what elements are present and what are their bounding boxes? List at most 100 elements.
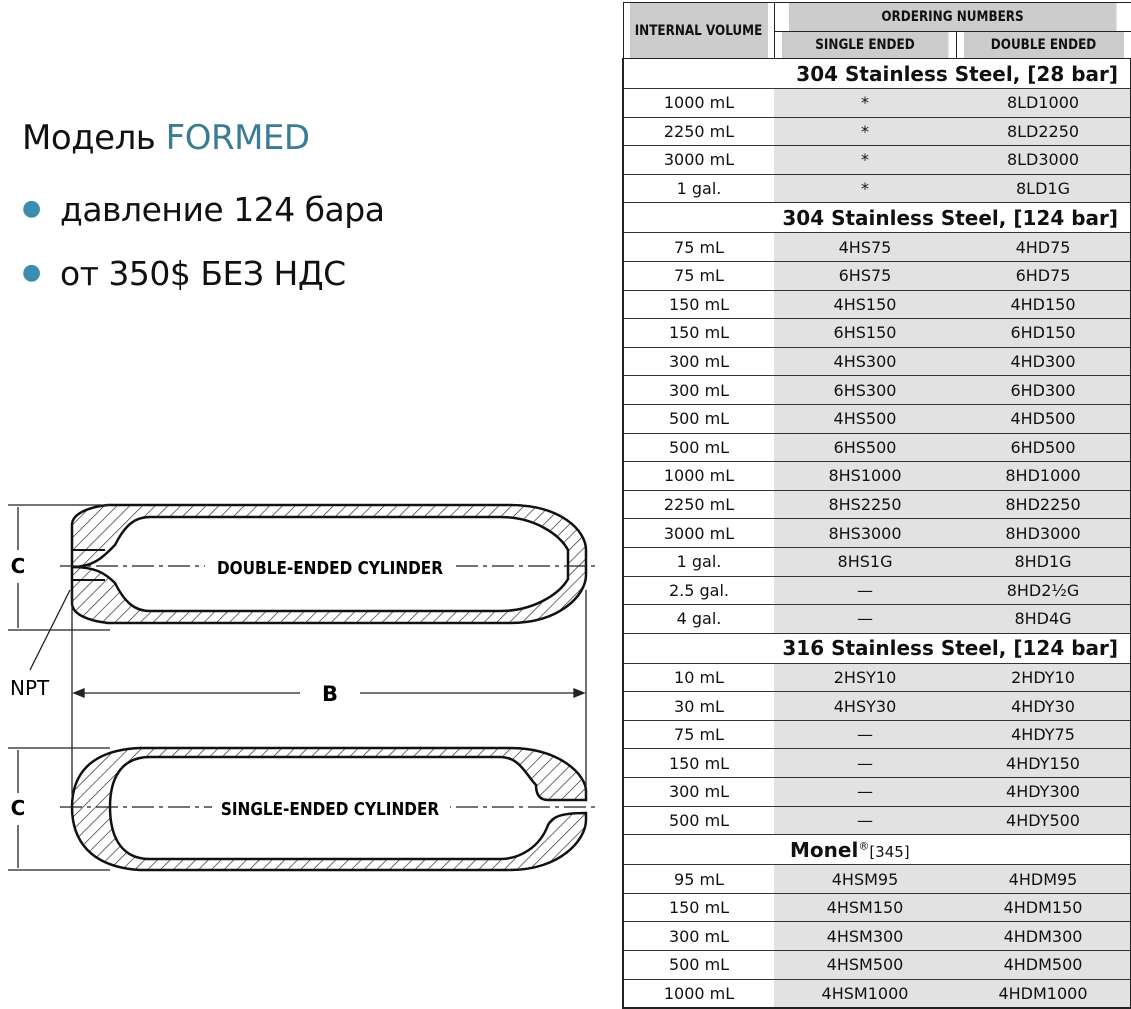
table-row: 30 mL 4HSY30 4HDY30 [622,691,1131,721]
cell-double-ended: 6HD500 [956,433,1131,463]
table-row: 2.5 gal. —8HD2½G [622,576,1131,606]
table-row: 75 mL 6HS75 6HD75 [622,261,1131,291]
cell-single-ended: 4HSM150 [774,893,956,923]
cell-single-ended: 4HSM500 [774,950,956,980]
table-row: 2250 mL * 8LD2250 [622,117,1131,147]
table-row: 500 mL 6HS500 6HD500 [622,433,1131,463]
page-title: Модель FORMED [22,118,310,158]
cell-internal-volume: 1000 mL [622,461,774,491]
cell-double-ended: 8LD2250 [956,117,1131,147]
cell-double-ended: 8LD3000 [956,145,1131,175]
table-row: 2250 mL 8HS2250 8HD2250 [622,490,1131,520]
label-c-top: C [11,554,26,578]
cell-single-ended: * [774,117,956,147]
cell-single-ended: 6HS300 [774,375,956,405]
table-row: 1000 mL 4HSM1000 4HDM1000 [622,979,1131,1009]
cell-double-ended: 8HD1000 [956,461,1131,491]
feature-list: ● давление 124 бара ● от 350$ БЕЗ НДС [22,190,385,318]
cell-single-ended: — [774,604,956,634]
label-c-bottom: C [11,796,26,820]
table-row: 95 mL 4HSM95 4HDM95 [622,864,1131,894]
table-row: 75 mL —4HDY75 [622,720,1131,750]
cell-double-ended: 6HD75 [956,261,1131,291]
list-item: ● давление 124 бара [22,190,385,254]
cell-internal-volume: 300 mL [622,921,774,952]
cell-single-ended: — [774,576,956,606]
table-row: 300 mL —4HDY300 [622,777,1131,807]
cell-single-ended: 4HS150 [774,290,956,320]
section-title: Monel®[345] [621,834,1131,866]
cell-single-ended: 4HSM95 [774,864,956,894]
cell-single-ended: * [774,88,956,118]
table-row: 150 mL 6HS150 6HD150 [622,318,1131,348]
table-row: 300 mL 4HS300 4HD300 [622,347,1131,377]
cell-single-ended: * [774,174,956,204]
cell-double-ended: 8HD1G [956,547,1131,577]
cell-single-ended: 2HSY10 [774,663,956,693]
cell-internal-volume: 2.5 gal. [622,576,774,606]
cell-internal-volume: 75 mL [622,261,774,291]
cell-internal-volume: 150 mL [622,893,774,923]
label-b: B [322,682,338,706]
section-header-row: Monel®[345] [621,834,1131,866]
cylinder-diagram: DOUBLE-ENDED CYLINDER SINGLE-ENDED CYLIN… [8,503,600,872]
cell-single-ended: — [774,748,956,779]
cell-double-ended: 8LD1G [956,174,1131,204]
cell-single-ended: 4HS300 [774,347,956,377]
cell-double-ended: 4HDY75 [956,720,1131,750]
table-row: 3000 mL * 8LD3000 [622,145,1131,175]
cell-internal-volume: 300 mL [622,777,774,807]
cell-internal-volume: 150 mL [622,318,774,348]
section-title: 304 Stainless Steel, [124 bar] [621,202,1131,234]
section-title-text: Monel [790,837,859,862]
table-row: 500 mL —4HDY500 [622,806,1131,836]
cell-internal-volume: 150 mL [622,290,774,320]
table-row: 150 mL 4HSM150 4HDM150 [622,893,1131,923]
cell-single-ended: 8HS1000 [774,461,956,491]
cell-single-ended: 4HS75 [774,232,956,262]
cell-single-ended: 4HS500 [774,404,956,434]
table-row: 500 mL 4HSM500 4HDM500 [622,950,1131,980]
cell-single-ended: 4HSY30 [774,691,956,721]
cell-double-ended: 8LD1000 [956,88,1131,118]
section-header-row: 316 Stainless Steel, [124 bar] [621,633,1131,664]
cell-internal-volume: 500 mL [622,806,774,836]
bullet-icon: ● [22,260,41,285]
header-single-ended: SINGLE ENDED [780,31,950,59]
section-title-text: 304 Stainless Steel, [124 bar] [782,205,1119,230]
header-ordering-numbers: ORDERING NUMBERS [787,2,1118,32]
cell-internal-volume: 3000 mL [622,518,774,548]
cell-internal-volume: 95 mL [622,864,774,894]
table-row: 3000 mL 8HS3000 8HD3000 [622,518,1131,548]
cell-double-ended: 4HDY300 [956,777,1131,807]
table-row: 150 mL 4HS150 4HD150 [622,290,1131,320]
cell-internal-volume: 10 mL [622,663,774,693]
table-row: 75 mL 4HS75 4HD75 [622,232,1131,262]
section-title: 304 Stainless Steel, [28 bar] [621,58,1131,89]
table-body: 304 Stainless Steel, [28 bar] 1000 mL * 8LD… [621,58,1131,1009]
double-ended-label: DOUBLE-ENDED CYLINDER [217,557,443,579]
cell-double-ended: 4HDY500 [956,806,1131,836]
cell-double-ended: 4HD75 [956,232,1131,262]
cell-double-ended: 4HDY30 [956,691,1131,721]
cell-double-ended: 4HDM300 [956,921,1131,952]
cell-double-ended: 4HD500 [956,404,1131,434]
cell-internal-volume: 1 gal. [622,547,774,577]
section-title-text: 316 Stainless Steel, [124 bar] [782,636,1119,661]
cell-double-ended: 4HD150 [956,290,1131,320]
cell-double-ended: 6HD150 [956,318,1131,348]
cell-double-ended: 6HD300 [956,375,1131,405]
cell-internal-volume: 150 mL [622,748,774,779]
section-header-row: 304 Stainless Steel, [28 bar] [621,58,1131,89]
cell-internal-volume: 1000 mL [622,979,774,1009]
cell-single-ended: — [774,806,956,836]
cell-internal-volume: 500 mL [622,404,774,434]
cell-single-ended: 6HS500 [774,433,956,463]
header-double-ended: DOUBLE ENDED [962,31,1125,59]
cell-double-ended: 4HDY150 [956,748,1131,779]
cell-internal-volume: 75 mL [622,720,774,750]
registered-mark: ® [858,839,870,853]
table-row: 1000 mL * 8LD1000 [622,88,1131,118]
cell-double-ended: 4HDM1000 [956,979,1131,1009]
table-row: 500 mL 4HS500 4HD500 [622,404,1131,434]
